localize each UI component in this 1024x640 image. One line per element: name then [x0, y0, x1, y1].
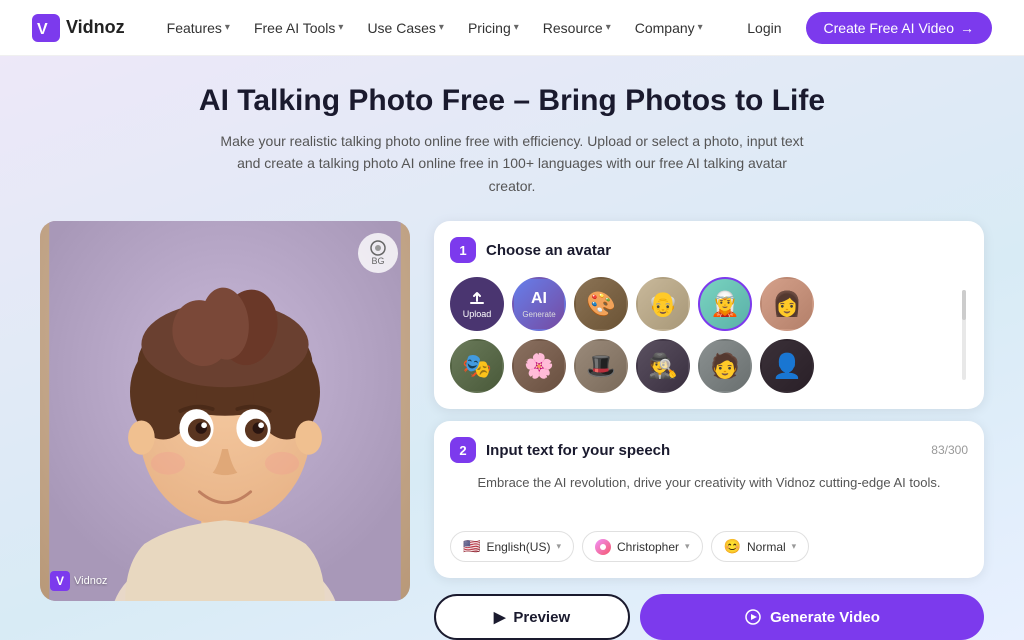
bg-label: BG	[371, 256, 384, 266]
voice-dropdown[interactable]: Christopher ▾	[582, 531, 703, 562]
chevron-down-icon: ▾	[792, 541, 797, 552]
generate-button[interactable]: Generate Video	[640, 594, 984, 640]
bg-button[interactable]: BG	[358, 233, 398, 273]
step1-number: 1	[450, 237, 476, 263]
speed-label: Normal	[747, 540, 786, 554]
arrow-icon: →	[960, 20, 974, 36]
upload-icon	[468, 289, 486, 307]
step2-card: 2 Input text for your speech 83/300 Embr…	[434, 421, 984, 578]
chevron-down-icon: ▾	[514, 22, 519, 33]
step2-title: Input text for your speech	[486, 442, 670, 459]
svg-text:V: V	[37, 21, 48, 38]
chevron-down-icon: ▾	[685, 541, 690, 552]
avatar-gray-man[interactable]: 🧑	[698, 339, 752, 393]
chevron-down-icon: ▾	[225, 22, 230, 33]
right-panel: 1 Choose an avatar	[434, 221, 984, 640]
upload-label: Upload	[463, 309, 492, 319]
scrollbar-thumb[interactable]	[962, 290, 966, 320]
hero-section: AI Talking Photo Free – Bring Photos to …	[0, 56, 1024, 640]
avatar-silhouette[interactable]: 👤	[760, 339, 814, 393]
scrollbar-track	[962, 290, 966, 380]
create-video-button[interactable]: Create Free AI Video →	[806, 12, 992, 44]
hero-description: Make your realistic talking photo online…	[212, 130, 812, 197]
bg-icon	[370, 240, 386, 256]
nav-company[interactable]: Company ▾	[625, 14, 713, 42]
step1-title: Choose an avatar	[486, 242, 611, 259]
preview-label: Preview	[513, 609, 570, 626]
logo-icon: V	[32, 14, 60, 42]
avatar-grid-wrapper: Upload AI Generate 🎨	[450, 277, 968, 393]
play-icon: ▶	[494, 608, 506, 626]
nav-features[interactable]: Features ▾	[157, 14, 240, 42]
cartoon-avatar-svg	[40, 221, 410, 601]
speed-dropdown[interactable]: 😊 Normal ▾	[711, 531, 810, 562]
voice-label: Christopher	[617, 540, 679, 554]
dropdowns-row: 🇺🇸 English(US) ▾ Christopher ▾ 😊 Normal	[450, 531, 968, 562]
avatar-woman[interactable]: 👩	[760, 277, 814, 331]
generate-label: Generate	[522, 310, 555, 319]
chevron-down-icon: ▾	[698, 22, 703, 33]
avatar-rows: Upload AI Generate 🎨	[450, 277, 952, 393]
avatar-preview: BG V Vidnoz	[40, 221, 410, 601]
avatar-row-1: Upload AI Generate 🎨	[450, 277, 952, 331]
watermark: V Vidnoz	[50, 571, 107, 591]
avatar-dark-woman[interactable]: 🕵️	[636, 339, 690, 393]
step1-card: 1 Choose an avatar	[434, 221, 984, 409]
chevron-down-icon: ▾	[338, 22, 343, 33]
step1-header: 1 Choose an avatar	[450, 237, 968, 263]
nav-actions: Login Create Free AI Video →	[735, 12, 992, 44]
preview-button[interactable]: ▶ Preview	[434, 594, 630, 640]
avatar-teal[interactable]: 🧝	[698, 277, 752, 331]
flag-icon: 🇺🇸	[463, 538, 480, 555]
avatar-mona-lisa[interactable]: 🎨	[574, 277, 628, 331]
chevron-down-icon: ▾	[556, 541, 561, 552]
step2-number: 2	[450, 437, 476, 463]
hero-title: AI Talking Photo Free – Bring Photos to …	[40, 84, 984, 118]
brand-name: Vidnoz	[66, 17, 125, 38]
avatar-ai-generate[interactable]: AI Generate	[512, 277, 566, 331]
language-label: English(US)	[486, 540, 550, 554]
avatar-row-2: 🎭 🌸 🎩 🕵️	[450, 339, 952, 393]
navbar: V Vidnoz Features ▾ Free AI Tools ▾ Use …	[0, 0, 1024, 56]
avatar-image	[40, 221, 410, 601]
speech-text[interactable]: Embrace the AI revolution, drive your cr…	[450, 473, 968, 521]
avatar-upload[interactable]: Upload	[450, 277, 504, 331]
chevron-down-icon: ▾	[606, 22, 611, 33]
login-button[interactable]: Login	[735, 14, 793, 42]
nav-free-ai-tools[interactable]: Free AI Tools ▾	[244, 14, 353, 42]
ai-label: AI	[531, 290, 547, 308]
generate-icon	[744, 608, 762, 626]
nav-pricing[interactable]: Pricing ▾	[458, 14, 529, 42]
content-row: BG V Vidnoz 1 Choose an avatar	[40, 221, 984, 640]
nav-resource[interactable]: Resource ▾	[533, 14, 621, 42]
language-dropdown[interactable]: 🇺🇸 English(US) ▾	[450, 531, 574, 562]
scrollbar-col	[960, 277, 968, 393]
avatar-einstein[interactable]: 👴	[636, 277, 690, 331]
vidnoz-logo-small: V	[50, 571, 70, 591]
avatar-frida[interactable]: 🌸	[512, 339, 566, 393]
avatar-portrait[interactable]: 🎩	[574, 339, 628, 393]
chevron-down-icon: ▾	[439, 22, 444, 33]
char-count: 83/300	[931, 443, 968, 457]
buttons-row: ▶ Preview Generate Video	[434, 594, 984, 640]
speed-emoji: 😊	[724, 538, 741, 555]
step2-header: 2 Input text for your speech 83/300	[450, 437, 968, 463]
nav-use-cases[interactable]: Use Cases ▾	[357, 14, 454, 42]
generate-label: Generate Video	[770, 609, 880, 626]
logo[interactable]: V Vidnoz	[32, 14, 125, 42]
nav-links: Features ▾ Free AI Tools ▾ Use Cases ▾ P…	[157, 14, 736, 42]
voice-icon	[595, 539, 611, 555]
avatar-shakespeare[interactable]: 🎭	[450, 339, 504, 393]
watermark-label: Vidnoz	[74, 575, 107, 587]
